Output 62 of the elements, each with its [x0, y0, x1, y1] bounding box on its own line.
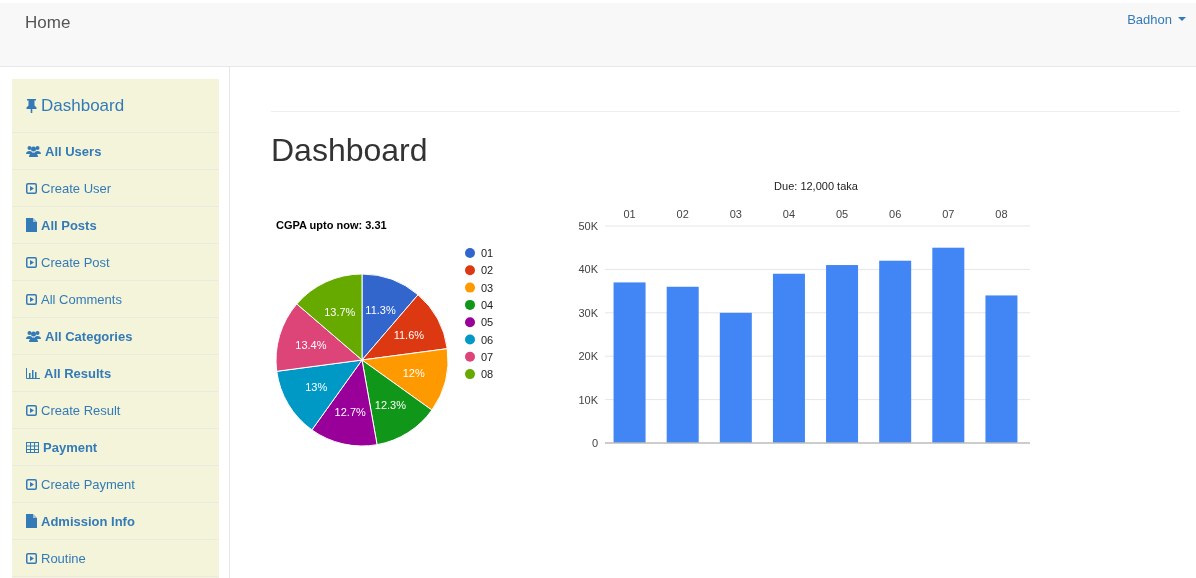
- axis-label: 20K: [578, 350, 598, 363]
- slice-label: 12.3%: [374, 399, 407, 412]
- sidebar-item[interactable]: Create Result: [12, 392, 219, 429]
- legend-label: 04: [481, 298, 494, 311]
- sidebar-item[interactable]: Create Payment: [12, 466, 219, 503]
- home-link[interactable]: Home: [25, 13, 71, 66]
- caret-icon: [1178, 17, 1186, 21]
- slice-label: 12%: [402, 366, 425, 379]
- sidebar-item[interactable]: Payment: [12, 429, 219, 466]
- user-menu[interactable]: Badhon: [1127, 12, 1186, 66]
- chart-title: CGPA upto now: 3.31: [276, 219, 387, 231]
- pin-icon: [26, 98, 37, 113]
- file-icon: [26, 218, 37, 232]
- table-icon: [26, 441, 39, 453]
- chart-title: Due: 12,000 taka: [774, 180, 858, 192]
- axis-label: 02: [676, 208, 689, 220]
- sidebar-item[interactable]: All Posts: [12, 207, 219, 244]
- sidebar-item[interactable]: All Categories: [12, 318, 219, 355]
- play-icon: [26, 404, 37, 416]
- sidebar-item[interactable]: All Comments: [12, 281, 219, 318]
- sidebar-item[interactable]: Create User: [12, 170, 219, 207]
- slice-label: 13.4%: [295, 338, 327, 351]
- slice-label: 11.3%: [365, 304, 396, 316]
- legend-label: 05: [481, 316, 494, 329]
- axis-label: 04: [782, 208, 796, 220]
- legend-label: 07: [481, 350, 494, 363]
- slice-label: 12.7%: [334, 406, 366, 418]
- slice-label: 11.6%: [393, 328, 425, 341]
- axis-label: 01: [623, 208, 636, 220]
- legend-label: 06: [481, 333, 494, 346]
- slice-label: 13%: [305, 381, 328, 394]
- sidebar-item[interactable]: Admission Info: [12, 503, 219, 540]
- sidebar-item[interactable]: Create Post: [12, 244, 219, 281]
- axis-label: 06: [889, 208, 902, 220]
- axis-label: 05: [835, 208, 849, 220]
- axis-label: 30K: [578, 306, 598, 319]
- bar-chart-icon: [26, 367, 40, 379]
- play-icon: [26, 478, 37, 490]
- play-icon: [26, 293, 37, 305]
- legend-label: 03: [481, 281, 494, 294]
- axis-label: 0: [591, 437, 598, 449]
- axis-label: 08: [995, 208, 1008, 220]
- axis-label: 03: [729, 208, 742, 220]
- axis-label: 50K: [578, 220, 598, 232]
- legend-label: 01: [481, 247, 494, 259]
- axis-label: 07: [942, 208, 955, 220]
- page-title: Dashboard: [271, 132, 429, 169]
- sidebar-item[interactable]: Routine: [12, 540, 219, 577]
- sidebar-item[interactable]: All Results: [12, 355, 219, 392]
- axis-label: 40K: [578, 263, 598, 276]
- axis-label: 10K: [578, 393, 598, 406]
- legend-label: 02: [481, 264, 494, 277]
- sidebar-item[interactable]: Dashboard: [12, 79, 219, 133]
- users-icon: [26, 145, 41, 157]
- legend-label: 08: [481, 368, 494, 381]
- file-icon: [26, 514, 37, 528]
- play-icon: [26, 256, 37, 268]
- slice-label: 13.7%: [324, 305, 356, 318]
- play-icon: [26, 182, 37, 194]
- play-icon: [26, 552, 37, 564]
- sidebar-item[interactable]: All Users: [12, 133, 219, 170]
- users-icon: [26, 330, 41, 342]
